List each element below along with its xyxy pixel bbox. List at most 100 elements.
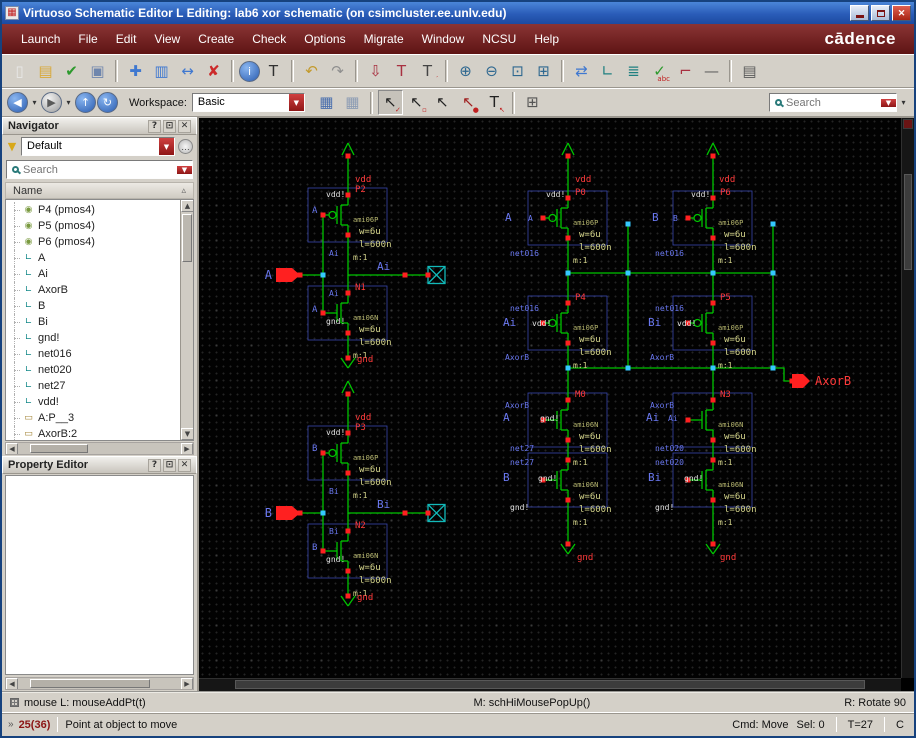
devices[interactable]: P2 ami06P w=6u l=600n m:1 N1 ami06N w=6u l=600n m…: [265, 142, 851, 607]
canvas-vertical-scrollbar[interactable]: [901, 118, 914, 678]
delete-icon[interactable]: ✘: [201, 59, 226, 84]
move-icon[interactable]: ✚: [123, 59, 148, 84]
toolbar-search[interactable]: ▼: [769, 93, 897, 112]
menu-ncsu[interactable]: NCSU: [473, 28, 525, 50]
menu-migrate[interactable]: Migrate: [355, 28, 413, 50]
property-editor-header[interactable]: Property Editor ? ⊡ ✕: [2, 456, 197, 474]
transistor-N3[interactable]: N3 ami06N w=6u l=600n m:1: [685, 390, 757, 467]
menu-edit[interactable]: Edit: [107, 28, 146, 50]
port-AxorB[interactable]: AxorB: [792, 374, 851, 388]
menu-file[interactable]: File: [69, 28, 106, 50]
port-A[interactable]: A: [265, 268, 300, 282]
forward-history-caret-icon[interactable]: ▾: [63, 92, 74, 113]
scroll-right-icon[interactable]: ▶: [181, 443, 193, 454]
tree-item-vdd-[interactable]: ∟ vdd!: [6, 394, 180, 410]
check-labels-icon[interactable]: ✓ abc: [647, 59, 672, 84]
scroll-left-icon[interactable]: ◀: [6, 678, 18, 689]
up-hierarchy-button[interactable]: ↑: [75, 92, 96, 113]
transistor-P0[interactable]: P0 ami06P w=6u l=600n m:1: [540, 188, 612, 265]
navigator-panel-header[interactable]: Navigator ? ⊡ ✕: [2, 117, 197, 135]
navigator-search-dropdown-icon[interactable]: ▼: [177, 165, 192, 174]
property-editor-help-icon[interactable]: ?: [148, 458, 161, 472]
tree-item-gnd-[interactable]: ∟ gnd!: [6, 330, 180, 346]
toolbar-search-caret-icon[interactable]: ▾: [898, 92, 909, 113]
schematic-svg[interactable]: P2 ami06P w=6u l=600n m:1 N1 ami06N w=6u l=600n m…: [204, 120, 890, 643]
tree-item-bi[interactable]: ∟ Bi: [6, 314, 180, 330]
toolbar-search-input[interactable]: [783, 96, 881, 109]
check-and-save-icon[interactable]: ✔: [59, 59, 84, 84]
tree-header[interactable]: Name ▵: [5, 182, 194, 199]
zoom-fit-icon[interactable]: ⊡: [505, 59, 530, 84]
tree-vertical-scrollbar[interactable]: ▲ ▼: [180, 200, 193, 440]
tree-item-a[interactable]: ∟ A: [6, 250, 180, 266]
tree-item-p6-pmos4-[interactable]: ◉ P6 (pmos4): [6, 234, 180, 250]
create-bus-icon[interactable]: ≣: [621, 59, 646, 84]
canvas-hscroll-thumb[interactable]: [235, 680, 865, 689]
filter-combo[interactable]: Default ▼: [21, 137, 175, 156]
refresh-button[interactable]: ↻: [97, 92, 118, 113]
workspace-dropdown-icon[interactable]: ▼: [288, 94, 304, 111]
noconn-symbol[interactable]: [427, 265, 446, 285]
forward-button[interactable]: ▶: [41, 92, 62, 113]
partial-select-mode-button[interactable]: ↖ ▫: [404, 90, 429, 115]
tree-scroll-thumb[interactable]: [182, 214, 192, 262]
pointer-cursor-button[interactable]: ↖: [430, 90, 455, 115]
menu-check[interactable]: Check: [243, 28, 295, 50]
create-wire-icon[interactable]: ∟: [595, 59, 620, 84]
scroll-down-icon[interactable]: ▼: [181, 428, 193, 440]
label-icon[interactable]: T: [261, 59, 286, 84]
back-button[interactable]: ◀: [7, 92, 28, 113]
menu-help[interactable]: Help: [525, 28, 568, 50]
selection-options-icon[interactable]: ⊞: [520, 90, 545, 115]
descend-icon[interactable]: ⇩: [363, 59, 388, 84]
note-text-icon[interactable]: T ′: [415, 59, 440, 84]
tree-item-p4-pmos4-[interactable]: ◉ P4 (pmos4): [6, 202, 180, 218]
dash-icon[interactable]: —: [699, 59, 724, 84]
navigator-search-input[interactable]: [20, 163, 177, 176]
copy-icon[interactable]: ▥: [149, 59, 174, 84]
zoom-out-icon[interactable]: ⊖: [479, 59, 504, 84]
sidebar-horizontal-scrollbar[interactable]: ◀ ▶: [5, 677, 194, 690]
canvas-horizontal-scrollbar[interactable]: [199, 678, 901, 691]
pan-icon[interactable]: ⇄: [569, 59, 594, 84]
wire-label-icon[interactable]: T: [389, 59, 414, 84]
tree-horizontal-scrollbar[interactable]: ◀ ▶: [5, 442, 194, 455]
scroll-up-icon[interactable]: ▲: [181, 200, 193, 212]
save-icon[interactable]: ▣: [85, 59, 110, 84]
filter-options-button[interactable]: …: [178, 139, 193, 154]
wire-name-icon[interactable]: ⌐: [673, 59, 698, 84]
zoom-area-icon[interactable]: ⊞: [531, 59, 556, 84]
tree-item-b[interactable]: ∟ B: [6, 298, 180, 314]
tree-item-net27[interactable]: ∟ net27: [6, 378, 180, 394]
port-B[interactable]: B: [265, 506, 300, 520]
canvas-vscroll-thumb[interactable]: [904, 174, 912, 270]
workspace-combo[interactable]: Basic ▼: [191, 93, 305, 112]
hierarchy-list-icon[interactable]: ▤: [737, 59, 762, 84]
tree-hscroll-thumb[interactable]: [30, 444, 88, 453]
canvas-scroll-top-button[interactable]: [903, 119, 913, 129]
query-cursor-button[interactable]: ↖ ●: [456, 90, 481, 115]
minimize-button[interactable]: [850, 5, 869, 21]
menu-window[interactable]: Window: [413, 28, 474, 50]
toolbar-search-dropdown-icon[interactable]: ▼: [881, 98, 896, 107]
properties-icon[interactable]: i: [239, 60, 260, 82]
filter-dropdown-icon[interactable]: ▼: [159, 138, 174, 155]
menu-create[interactable]: Create: [189, 28, 243, 50]
revert-workspace-icon[interactable]: ▦: [340, 90, 365, 115]
sidebar-hscroll-thumb[interactable]: [30, 679, 150, 688]
tree-item-net016[interactable]: ∟ net016: [6, 346, 180, 362]
open-icon[interactable]: ▤: [33, 59, 58, 84]
noconn-symbol[interactable]: [427, 503, 446, 523]
transistor-unnamed[interactable]: ami06N w=6u l=600n m:1: [685, 457, 757, 528]
tree-item-ai[interactable]: ∟ Ai: [6, 266, 180, 282]
new-cellview-icon[interactable]: ▯: [7, 59, 32, 84]
undo-icon[interactable]: ↶: [299, 59, 324, 84]
menu-launch[interactable]: Launch: [12, 28, 69, 50]
transistor-P6[interactable]: P6 ami06P w=6u l=600n m:1: [685, 188, 757, 265]
back-history-caret-icon[interactable]: ▾: [29, 92, 40, 113]
redo-icon[interactable]: ↷: [325, 59, 350, 84]
tree-item-p5-pmos4-[interactable]: ◉ P5 (pmos4): [6, 218, 180, 234]
property-editor-close-icon[interactable]: ✕: [178, 458, 191, 472]
full-select-mode-button[interactable]: ↖ ✓: [377, 90, 403, 115]
transistor-M0[interactable]: M0 ami06N w=6u l=600n m:1: [540, 390, 612, 467]
